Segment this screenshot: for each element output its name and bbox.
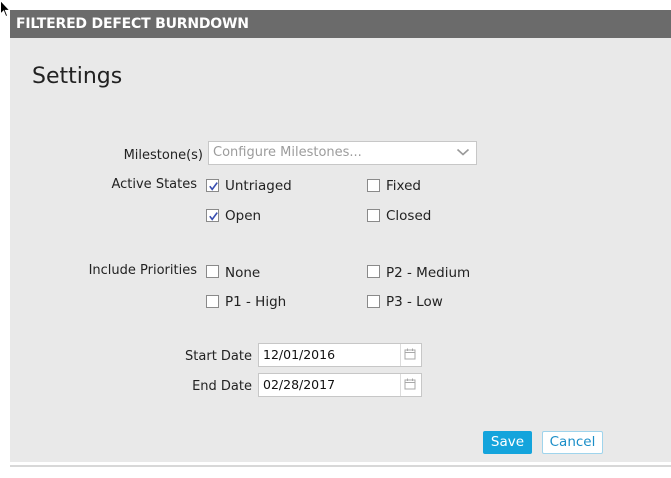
- checkmark-icon: [209, 212, 218, 221]
- open-checkbox[interactable]: [206, 209, 219, 222]
- priority-none-checkbox[interactable]: [206, 265, 219, 278]
- priority-p3-low-checkbox[interactable]: [367, 295, 380, 308]
- milestones-label: Milestone(s): [123, 148, 203, 163]
- start-date-value: 12/01/2016: [263, 347, 336, 362]
- untriaged-checkbox[interactable]: [206, 179, 219, 192]
- defect-burndown-settings-panel: FILTERED DEFECT BURNDOWN Settings Milest…: [10, 10, 671, 462]
- date-field-divider: [400, 374, 401, 396]
- milestones-placeholder: Configure Milestones...: [213, 145, 362, 160]
- untriaged-checkbox-label: Untriaged: [225, 178, 292, 194]
- milestones-dropdown[interactable]: Configure Milestones...: [208, 141, 477, 165]
- panel-bottom-divider: [10, 465, 671, 467]
- start-date-input[interactable]: 12/01/2016: [258, 343, 422, 367]
- settings-heading: Settings: [32, 64, 123, 89]
- priority-p2-medium-label: P2 - Medium: [386, 265, 471, 281]
- date-field-divider: [400, 344, 401, 366]
- priority-p1-high-label: P1 - High: [225, 294, 287, 310]
- cancel-button[interactable]: Cancel: [542, 431, 603, 454]
- panel-title: FILTERED DEFECT BURNDOWN: [10, 10, 671, 38]
- open-checkbox-label: Open: [225, 208, 262, 224]
- active-states-label: Active States: [111, 177, 197, 192]
- calendar-icon[interactable]: [404, 348, 416, 360]
- end-date-value: 02/28/2017: [263, 377, 336, 392]
- priority-p3-low-label: P3 - Low: [386, 294, 443, 310]
- end-date-label: End Date: [192, 379, 252, 394]
- fixed-checkbox-label: Fixed: [386, 178, 421, 194]
- fixed-checkbox[interactable]: [367, 179, 380, 192]
- priority-p1-high-checkbox[interactable]: [206, 295, 219, 308]
- closed-checkbox-label: Closed: [386, 208, 432, 224]
- closed-checkbox[interactable]: [367, 209, 380, 222]
- chevron-down-icon: [456, 148, 470, 156]
- save-button[interactable]: Save: [483, 431, 532, 454]
- calendar-icon[interactable]: [404, 378, 416, 390]
- checkmark-icon: [209, 182, 218, 191]
- start-date-label: Start Date: [185, 349, 252, 364]
- priority-p2-medium-checkbox[interactable]: [367, 265, 380, 278]
- priority-none-label: None: [225, 265, 261, 281]
- end-date-input[interactable]: 02/28/2017: [258, 373, 422, 397]
- include-priorities-label: Include Priorities: [88, 263, 197, 278]
